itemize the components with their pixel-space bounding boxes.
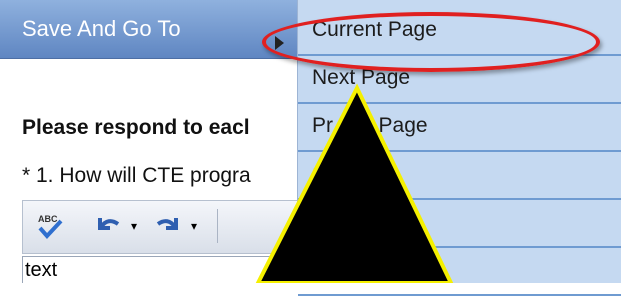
pointer-arrow [255, 83, 454, 283]
